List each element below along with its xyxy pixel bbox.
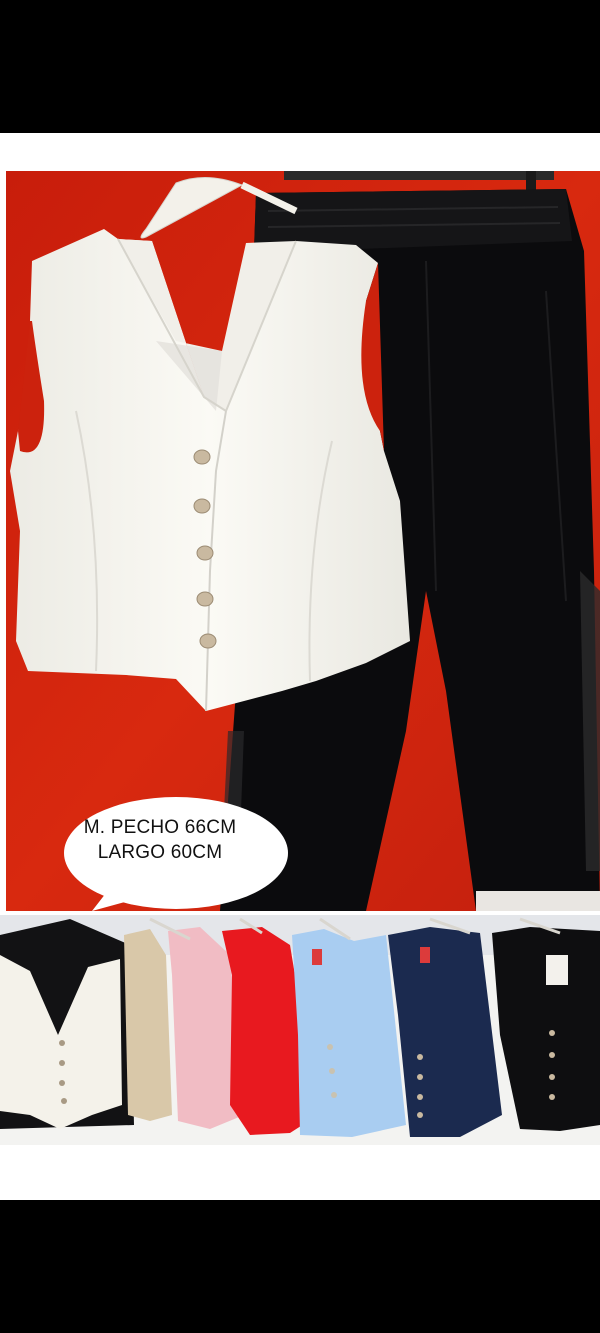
vest-variant-beige [124,929,172,1121]
image-frame: M. PECHO 66CM LARGO 60CM [0,133,600,1200]
product-photo-vest-and-trousers [6,171,600,911]
length-measurement-label: LARGO 60CM [97,842,223,863]
measurement-bubble-text: M. PECHO 66CM LARGO 60CM [70,815,250,865]
chest-measurement-label: M. PECHO 66CM [83,817,237,838]
product-photo-color-variants [0,915,600,1145]
